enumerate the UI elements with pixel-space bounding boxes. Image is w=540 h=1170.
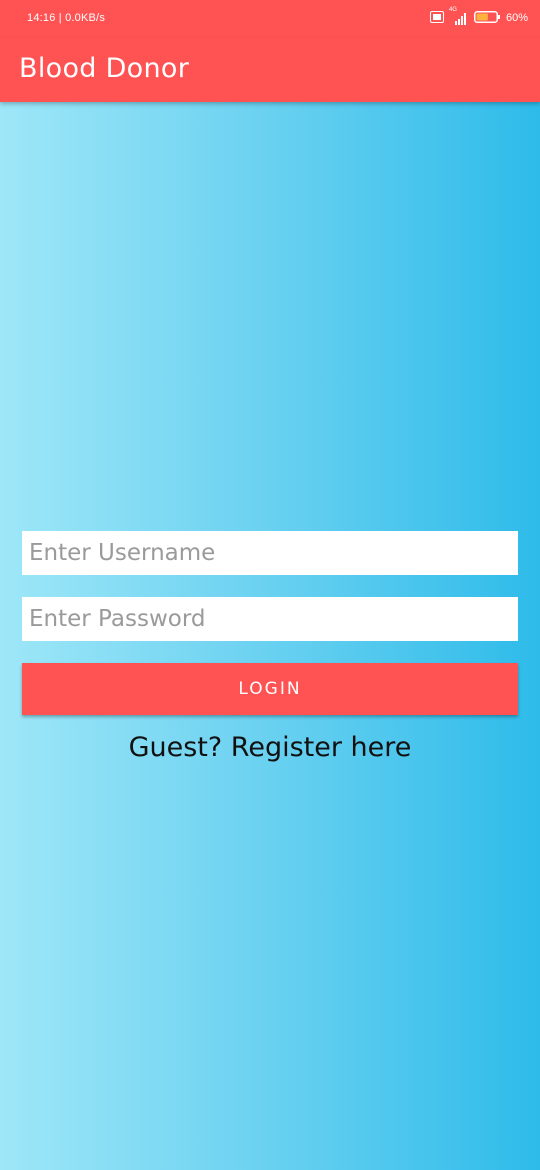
status-time: 14:16 | 0.0KB/s <box>27 12 106 24</box>
battery-percentage: 60% <box>505 12 528 24</box>
volte-icon <box>429 10 444 26</box>
battery-icon <box>473 10 501 27</box>
signal-icon: 4G <box>449 7 469 26</box>
password-input[interactable] <box>22 597 518 641</box>
app-bar: Blood Donor <box>0 38 540 102</box>
register-link[interactable]: Guest? Register here <box>0 732 540 763</box>
login-button[interactable]: LOGIN <box>22 663 518 715</box>
status-bar: 14:16 | 0.0KB/s 4G 60% <box>0 0 540 38</box>
app-title: Blood Donor <box>19 53 190 84</box>
login-screen: LOGIN Guest? Register here <box>0 102 540 1170</box>
username-input[interactable] <box>22 531 518 575</box>
status-icons: 4G 60% <box>429 7 528 27</box>
